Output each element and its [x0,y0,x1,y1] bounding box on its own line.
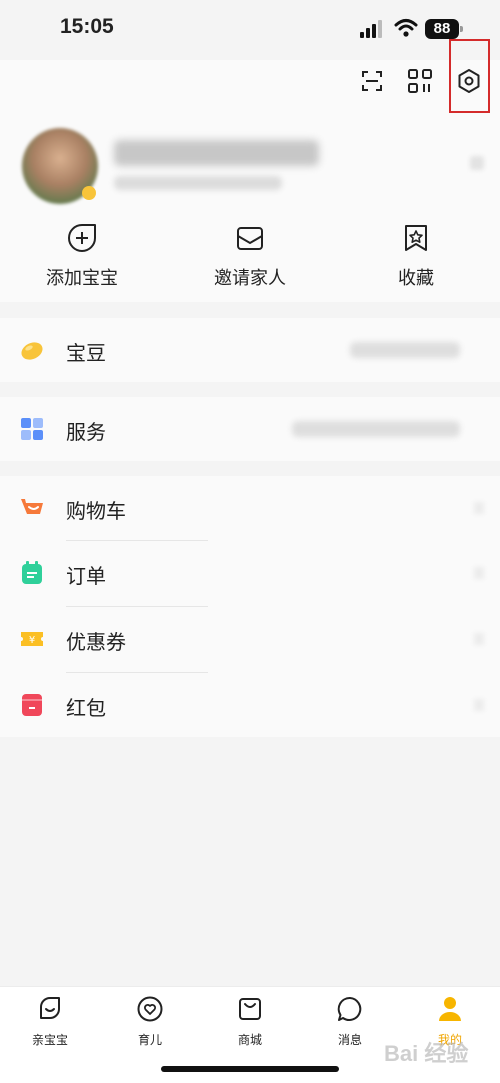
bookmark-star-icon [405,225,427,251]
avatar-badge [82,186,96,200]
svg-text:¥: ¥ [29,635,35,646]
services-row[interactable]: 服务 [0,397,500,461]
order-icon [22,561,42,584]
status-bar: 15:05 88 [0,0,500,60]
add-baby-action[interactable]: 添加宝宝 [12,222,152,290]
coupons-label: 优惠券 [66,630,126,654]
coupons-row[interactable]: ¥ 优惠券 [0,607,500,671]
tab-label: 亲宝宝 [31,1033,68,1047]
beans-value-blurred [350,342,460,358]
services-card: 服务 [0,397,500,461]
invite-family-label: 邀请家人 [214,268,286,289]
coupon-icon: ¥ [21,632,43,646]
heart-circle-icon [137,996,163,1022]
qr-code-icon [408,69,432,93]
profile-chevron-icon[interactable] [470,156,484,170]
invite-mail-icon [237,227,263,250]
beans-row[interactable]: 宝豆 [0,318,500,382]
home-indicator [161,1066,339,1072]
tab-label: 商城 [237,1033,262,1047]
chat-bubble-icon [337,996,362,1021]
battery-indicator: 88 [425,19,463,39]
orders-chevron-icon [474,567,484,579]
add-baby-icon [68,224,96,252]
status-time: 15:05 [60,15,114,38]
bean-icon [21,342,43,360]
favorites-label: 收藏 [398,268,434,289]
signal-icon [360,20,382,38]
services-label: 服务 [66,420,106,444]
wifi-icon [394,19,418,37]
tab-mall[interactable]: 商城 [200,995,300,1048]
tab-qinbaobao[interactable]: 亲宝宝 [0,995,100,1048]
beans-label: 宝豆 [66,341,106,365]
qr-code-button[interactable] [402,63,438,99]
profile-subtitle-blurred [114,176,282,190]
leaf-icon [40,997,60,1019]
profile-name-blurred[interactable] [114,140,319,166]
settings-highlight-box [449,39,490,113]
grid-icon [21,418,43,440]
cart-label: 购物车 [66,499,126,523]
shopping-bag-icon [239,998,261,1020]
tab-label: 育儿 [137,1033,162,1047]
invite-family-action[interactable]: 邀请家人 [180,222,320,290]
services-value-blurred [292,421,460,437]
coupons-chevron-icon [474,633,484,645]
orders-label: 订单 [66,564,106,588]
scan-icon [362,71,382,91]
shopping-card: 购物车 订单 ¥ 优惠券 红包 [0,476,500,737]
watermark: Bai 经验 [384,1041,469,1066]
person-icon [439,997,461,1021]
red-packet-icon [22,694,42,716]
orders-row[interactable]: 订单 [0,541,500,605]
cart-icon [21,499,43,514]
red-packet-row[interactable]: 红包 [0,673,500,737]
red-packet-chevron-icon [474,699,484,711]
cart-row[interactable]: 购物车 [0,476,500,540]
beans-card: 宝豆 [0,318,500,382]
tab-parenting[interactable]: 育儿 [100,995,200,1048]
red-packet-label: 红包 [66,696,106,720]
scan-button[interactable] [354,63,390,99]
add-baby-label: 添加宝宝 [46,268,118,289]
favorites-action[interactable]: 收藏 [346,222,486,290]
cart-chevron-icon [474,502,484,514]
